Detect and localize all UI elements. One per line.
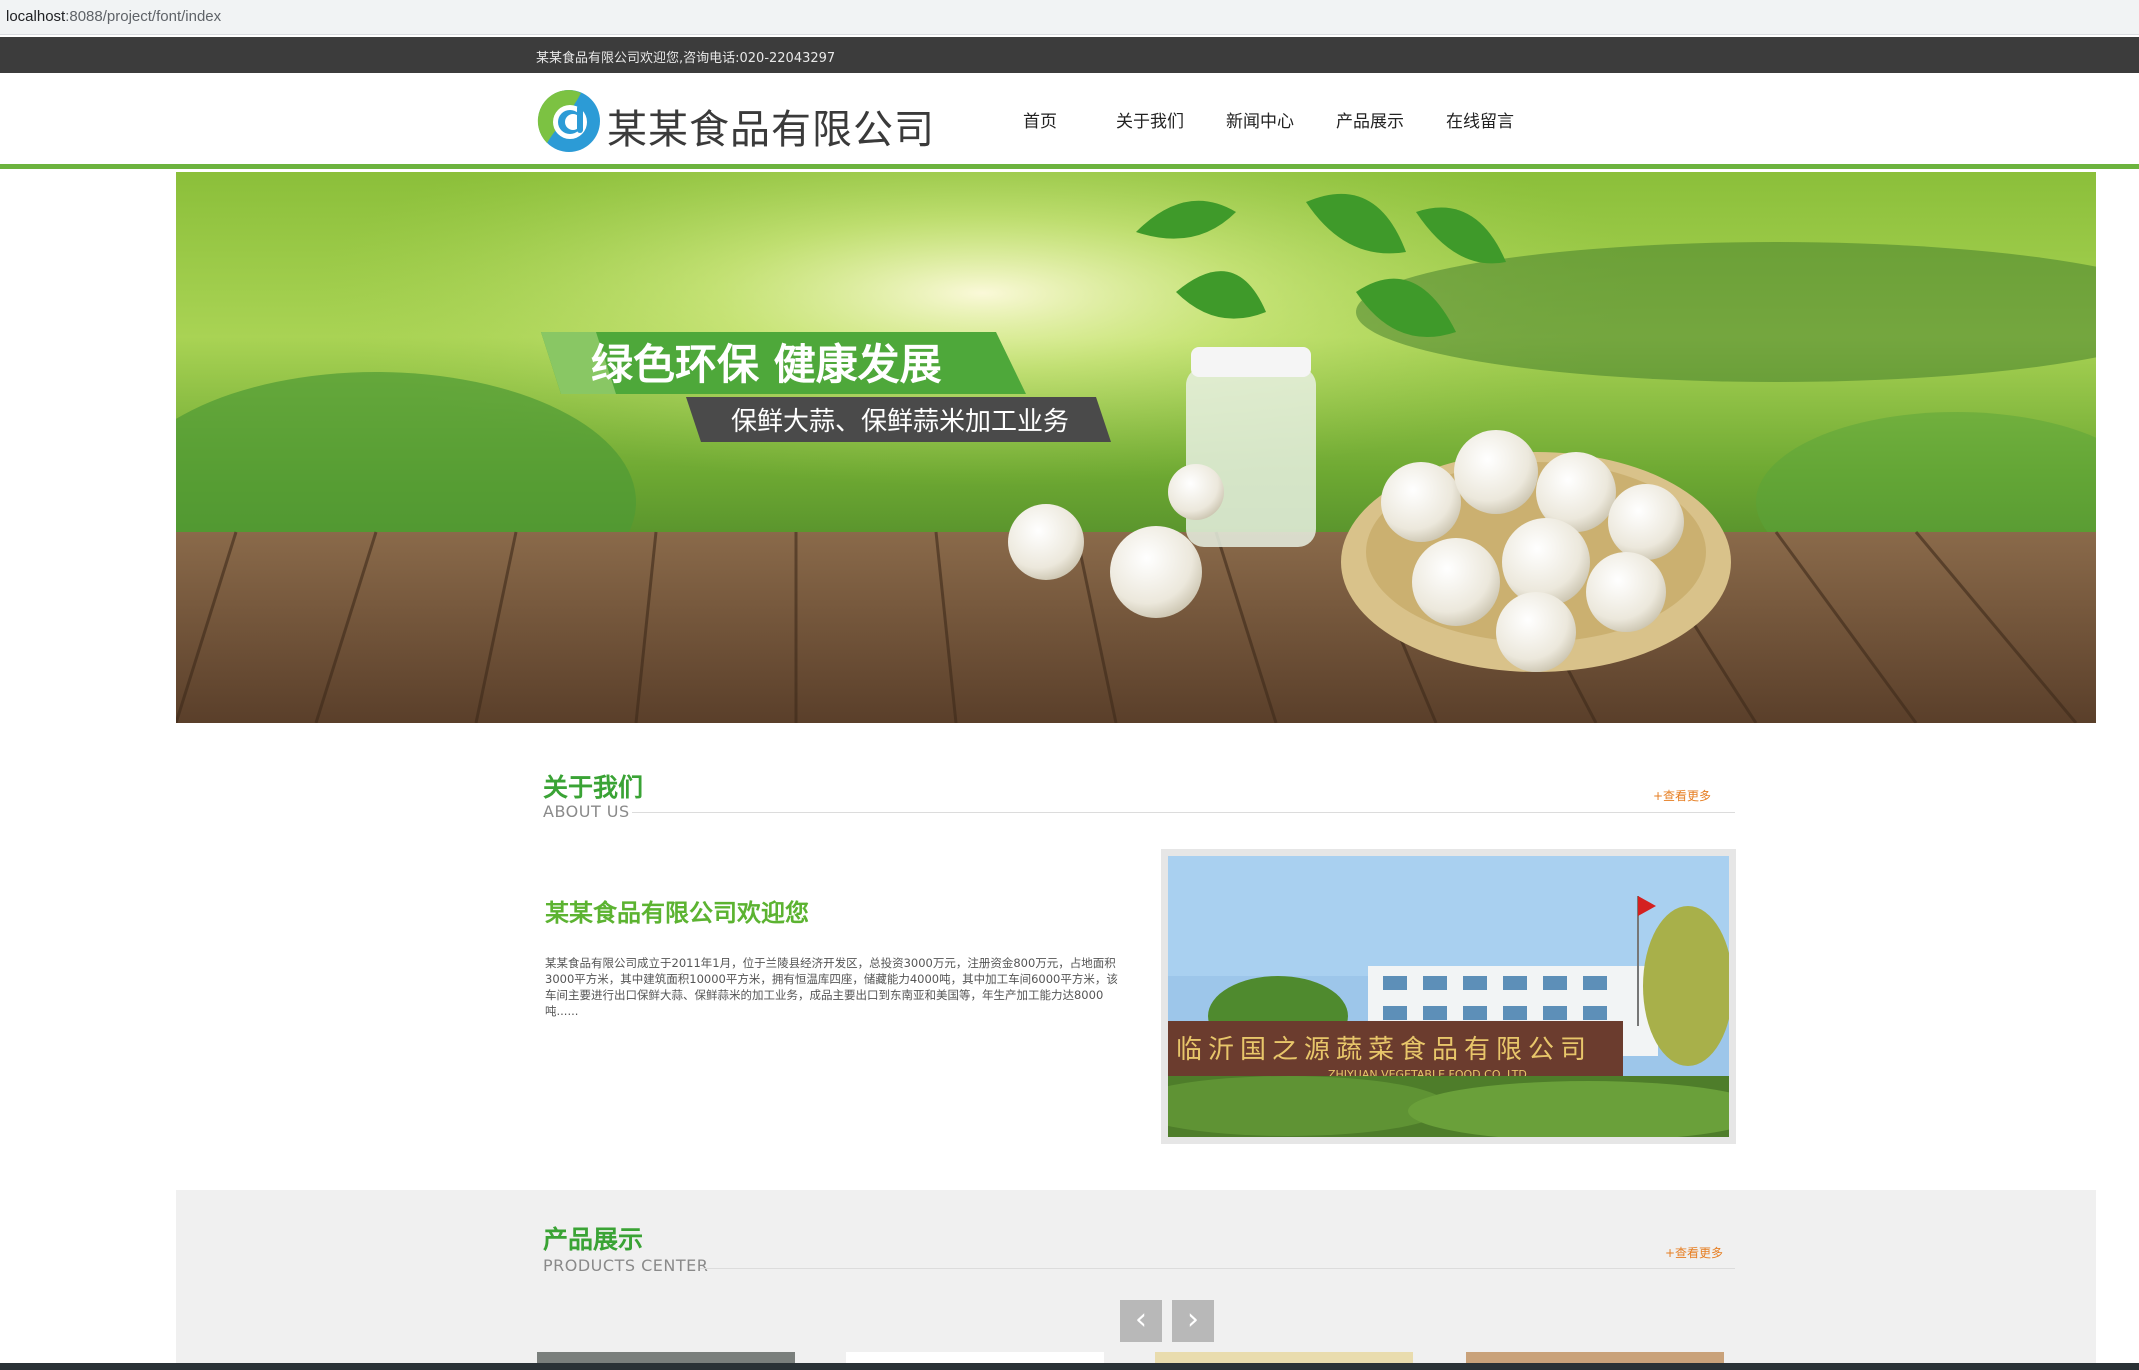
- about-title: 关于我们: [543, 773, 644, 802]
- products-section: [176, 1190, 2096, 1370]
- products-more-link[interactable]: +查看更多: [1665, 1244, 1723, 1261]
- chevron-left-icon: ‹: [1135, 1302, 1147, 1337]
- company-logo-icon[interactable]: [537, 89, 601, 153]
- url-host: localhost: [6, 8, 66, 25]
- banner-slogan: 绿色环保 健康发展: [591, 340, 942, 389]
- about-text: 某某食品有限公司成立于2011年1月，位于兰陵县经济开发区，总投资3000万元，…: [545, 956, 1118, 1018]
- about-more-link[interactable]: +查看更多: [1653, 787, 1711, 804]
- about-subtitle: ABOUT US: [543, 802, 630, 821]
- nav-news[interactable]: 新闻中心: [1205, 73, 1315, 169]
- about-heading: 某某食品有限公司欢迎您: [545, 899, 809, 927]
- chevron-right-icon: ›: [1187, 1302, 1199, 1337]
- nav-products[interactable]: 产品展示: [1315, 73, 1425, 169]
- products-divider: [700, 1268, 1735, 1269]
- browser-address-bar[interactable]: localhost:8088/project/font/index: [0, 0, 2139, 35]
- about-divider: [632, 812, 1735, 813]
- company-photo: 临沂国之源蔬菜食品有限公司 ZHIYUAN VEGETABLE FOOD CO.…: [1128, 849, 1768, 1144]
- carousel-prev-button[interactable]: ‹: [1120, 1300, 1162, 1342]
- top-info-bar: 某某食品有限公司欢迎您,咨询电话:020-22043297: [0, 37, 2139, 73]
- photo-sign-text: 临沂国之源蔬菜食品有限公司: [1176, 1035, 1592, 1065]
- products-title: 产品展示: [543, 1225, 644, 1254]
- company-name[interactable]: 某某食品有限公司: [607, 97, 935, 155]
- url-path: :8088/project/font/index: [65, 8, 222, 25]
- address-url[interactable]: localhost:8088/project/font/index: [6, 8, 221, 25]
- site-header: 某某食品有限公司 首页 关于我们 新闻中心 产品展示 在线留言: [0, 73, 2139, 169]
- banner-image: 绿色环保 健康发展 保鲜大蒜、保鲜蒜米加工业务: [176, 172, 2096, 723]
- company-building-image: 临沂国之源蔬菜食品有限公司 ZHIYUAN VEGETABLE FOOD CO.…: [1128, 856, 1768, 1141]
- nav-home[interactable]: 首页: [985, 73, 1095, 169]
- hero-banner[interactable]: 绿色环保 健康发展 保鲜大蒜、保鲜蒜米加工业务: [176, 172, 2096, 723]
- greeting-text: 某某食品有限公司欢迎您,咨询电话:020-22043297: [536, 51, 836, 66]
- banner-subslogan: 保鲜大蒜、保鲜蒜米加工业务: [731, 407, 1069, 437]
- nav-message[interactable]: 在线留言: [1425, 73, 1535, 169]
- taskbar-edge: [0, 1363, 2139, 1370]
- products-subtitle: PRODUCTS CENTER: [543, 1256, 709, 1275]
- nav-about[interactable]: 关于我们: [1095, 73, 1205, 169]
- carousel-next-button[interactable]: ›: [1172, 1300, 1214, 1342]
- main-nav: 首页 关于我们 新闻中心 产品展示 在线留言: [985, 73, 1535, 169]
